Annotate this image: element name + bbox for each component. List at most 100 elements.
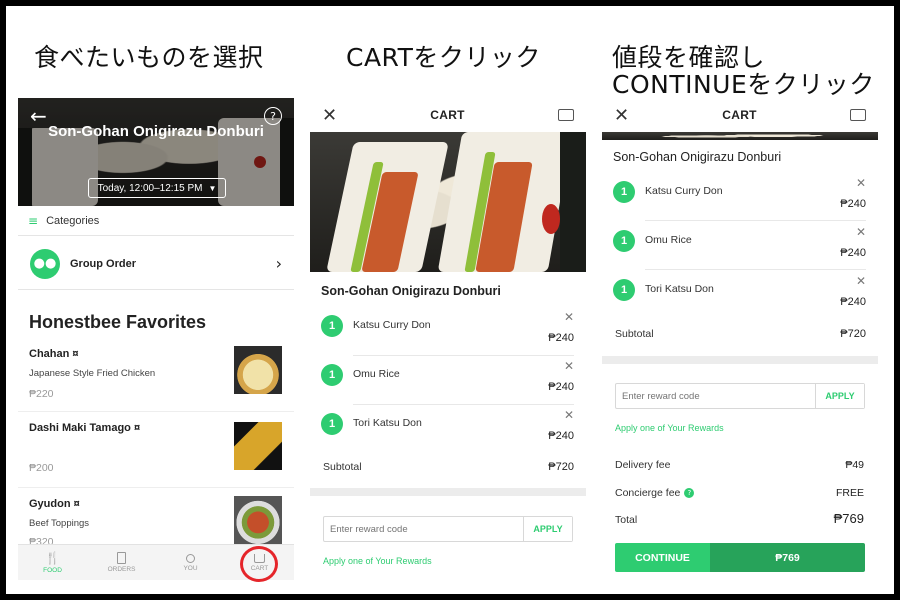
store-title: Son-Gohan Onigirazu Donburi [48,123,264,140]
panel-store-menu: ← ? Son-Gohan Onigirazu Donburi Today, 1… [18,98,294,580]
section-divider [310,488,586,496]
item-price: ₱240 [840,247,866,259]
time-slot-label: Today, 12:00–12:15 PM [97,182,203,194]
item-name: Tori Katsu Don [645,283,714,295]
orders-icon [117,552,126,564]
panel-checkout: ✕ CART Son-Gohan Onigirazu Donburi 1 Kat… [602,98,878,582]
qty-badge[interactable]: 1 [321,315,343,337]
nav-food[interactable]: 🍴 FOOD [18,545,87,580]
chat-icon[interactable] [850,109,866,121]
continue-button[interactable]: CONTINUE ₱769 [615,543,865,572]
cart-hero-image-strip [602,132,878,140]
item-price: ₱240 [840,198,866,210]
subtotal-value: ₱720 [548,461,574,473]
chat-icon[interactable] [558,109,574,121]
product-image [234,346,282,394]
nav-you[interactable]: YOU [156,545,225,580]
total-value: ₱769 [833,511,864,526]
item-name: Katsu Curry Don [353,319,431,331]
nav-orders[interactable]: ORDERS [87,545,156,580]
item-name: Katsu Curry Don [645,185,723,197]
remove-item-icon[interactable]: ✕ [564,310,574,324]
group-order-row[interactable]: ●● Group Order › [18,238,294,290]
cart-item: 1 Katsu Curry Don ✕ ₱240 [602,176,878,224]
item-name: Omu Rice [353,368,400,380]
step3-title-line1: 値段を確認し [612,43,766,72]
product-item[interactable]: Dashi Maki Tamago ¤ ₱200 [18,416,294,488]
step1-title: 食べたいものを選択 [34,43,264,72]
cart-highlight-circle [240,546,278,582]
product-desc: Beef Toppings [29,518,90,529]
step2-title: CARTをクリック [346,43,541,72]
chevron-down-icon: ▼ [208,183,217,193]
divider [353,404,574,405]
cart-item: 1 Tori Katsu Don ✕ ₱240 [602,274,878,322]
user-icon [186,553,195,563]
chevron-right-icon: › [275,254,282,273]
concierge-fee-value: FREE [835,487,864,499]
product-name: Gyudon [29,498,71,510]
item-price: ₱240 [548,332,574,344]
close-icon[interactable]: ✕ [614,105,629,126]
section-divider [602,356,878,364]
categories-row[interactable]: ≡ Categories [18,206,294,236]
continue-label: CONTINUE [615,543,710,572]
qty-badge[interactable]: 1 [613,230,635,252]
cart-header-title: CART [722,108,757,122]
remove-item-icon[interactable]: ✕ [856,176,866,190]
item-name: Tori Katsu Don [353,417,422,429]
reward-code-input[interactable] [324,517,523,541]
product-name: Dashi Maki Tamago [29,422,131,434]
cart-item: 1 Katsu Curry Don ✕ ₱240 [310,310,586,358]
reward-code-input[interactable] [616,384,815,408]
product-price: ₱200 [29,462,54,474]
divider [645,220,866,221]
item-price: ₱240 [840,296,866,308]
qty-badge[interactable]: 1 [321,413,343,435]
cart-item: 1 Omu Rice ✕ ₱240 [602,225,878,273]
nav-label: FOOD [43,567,62,574]
group-icon: ●● [30,248,60,279]
product-badge: ¤ [73,498,80,510]
cart-hero-image [310,132,586,272]
divider [353,355,574,356]
product-item[interactable]: Gyudon ¤ Beef Toppings ₱320 [18,492,294,552]
item-price: ₱240 [548,381,574,393]
cart-item: 1 Omu Rice ✕ ₱240 [310,359,586,407]
continue-price: ₱769 [710,543,865,572]
product-image [234,496,282,544]
nav-label: YOU [183,564,198,572]
reward-code-box: APPLY [615,383,865,409]
cart-store-name: Son-Gohan Onigirazu Donburi [321,284,501,298]
remove-item-icon[interactable]: ✕ [564,408,574,422]
qty-badge[interactable]: 1 [321,364,343,386]
delivery-fee-value: ₱49 [845,459,864,471]
apply-button[interactable]: APPLY [815,384,864,408]
item-name: Omu Rice [645,234,692,246]
concierge-fee-label: Concierge fee [615,487,681,499]
delivery-fee-label: Delivery fee [615,459,671,471]
info-icon[interactable]: ? [684,488,695,498]
panel-cart: ✕ CART Son-Gohan Onigirazu Donburi 1 Kat… [310,98,586,582]
remove-item-icon[interactable]: ✕ [856,225,866,239]
qty-badge[interactable]: 1 [613,181,635,203]
remove-item-icon[interactable]: ✕ [856,274,866,288]
cart-header: ✕ CART [602,98,878,132]
subtotal-label: Subtotal [323,461,362,473]
section-title: Honestbee Favorites [29,312,207,332]
list-icon: ≡ [28,213,39,228]
qty-badge[interactable]: 1 [613,279,635,301]
time-slot-dropdown[interactable]: Today, 12:00–12:15 PM ▼ [88,178,226,198]
product-item[interactable]: Chahan ¤ Japanese Style Fried Chicken ₱2… [18,342,294,412]
product-badge: ¤ [72,348,79,360]
reward-code-box: APPLY [323,516,573,542]
subtotal-value: ₱720 [840,328,866,340]
cart-header-title: CART [430,108,465,122]
close-icon[interactable]: ✕ [322,105,337,126]
apply-rewards-link[interactable]: Apply one of Your Rewards [615,423,724,433]
apply-button[interactable]: APPLY [523,517,572,541]
apply-rewards-link[interactable]: Apply one of Your Rewards [323,556,432,566]
remove-item-icon[interactable]: ✕ [564,359,574,373]
concierge-fee-row: Concierge fee ? [615,487,695,499]
total-label: Total [615,514,638,526]
